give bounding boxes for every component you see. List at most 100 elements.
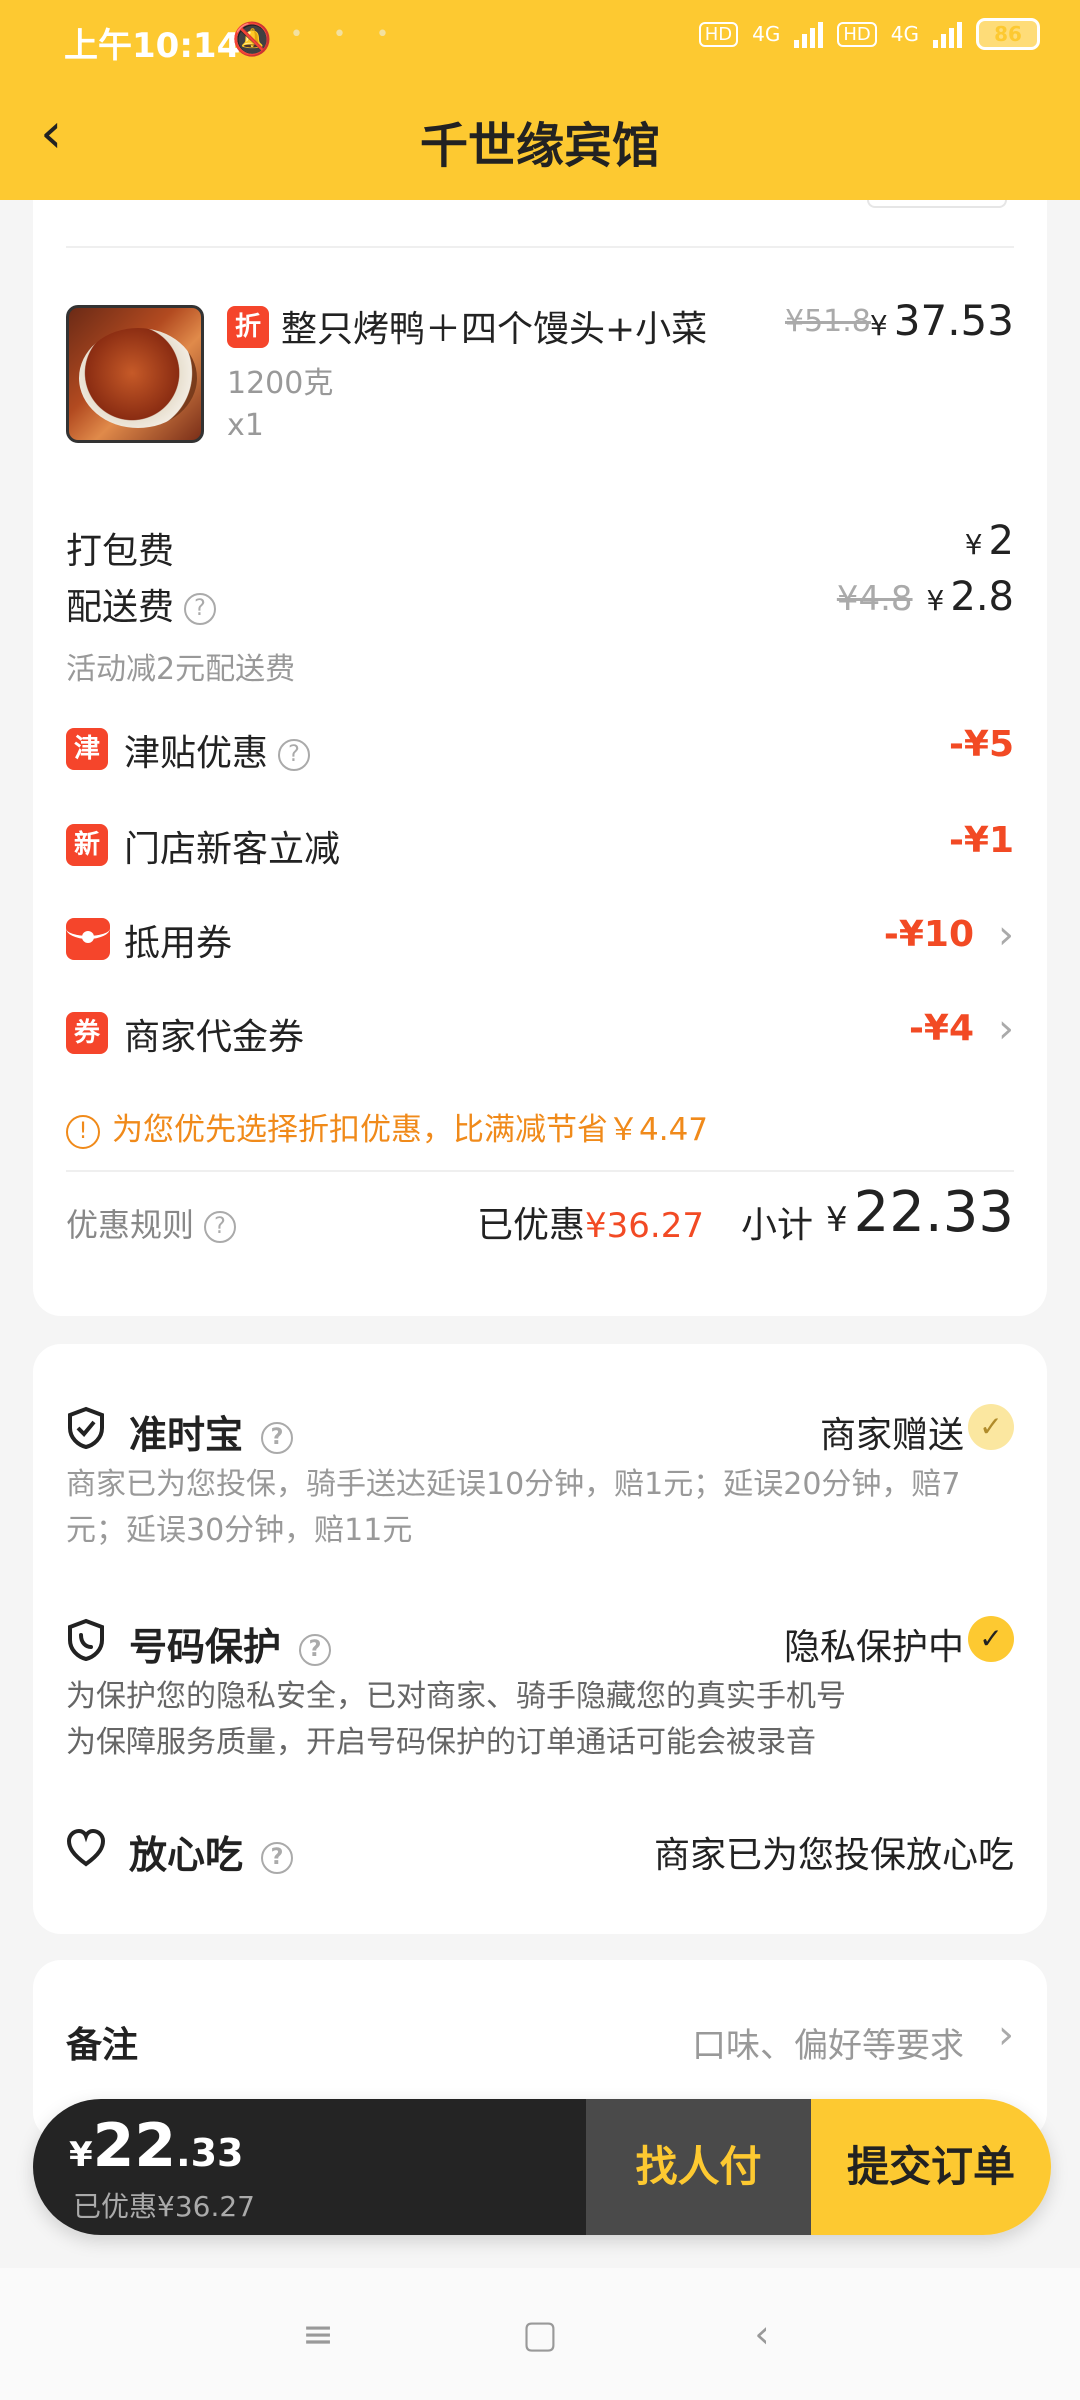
safe-eat-title-text: 放心吃 <box>129 1833 244 1877</box>
signal-icon-2 <box>933 20 962 48</box>
packing-fee-value: ¥2 <box>965 518 1014 564</box>
system-nav-bar: ≡ ▢ ‹ <box>0 2268 1080 2400</box>
home-icon[interactable]: ▢ <box>518 2312 562 2356</box>
subtotal: ¥22.33 <box>826 1180 1014 1245</box>
delivery-fee-amount: 2.8 <box>950 574 1014 620</box>
currency: ¥ <box>826 1200 848 1240</box>
chevron-right-icon: › <box>998 2012 1014 2058</box>
remark-hint: 口味、偏好等要求 <box>692 2026 964 2066</box>
discount-row-merchant-coupon[interactable]: 券 商家代金券 -¥4 › <box>66 1006 1014 1062</box>
payment-total-integer: 22 <box>92 2111 177 2181</box>
help-icon[interactable]: ? <box>299 1633 332 1666</box>
privacy-description-2: 为保障服务质量，开启号码保护的订单通话可能会被录音 <box>66 1725 816 1760</box>
discount-value: -¥10 <box>883 914 974 955</box>
currency: ¥ <box>964 528 983 561</box>
safe-eat-status: 商家已为您投保放心吃 <box>653 1835 1014 1876</box>
discount-row-allowance: 津 津贴优惠? -¥5 <box>66 722 1014 778</box>
help-icon[interactable]: ? <box>278 739 311 771</box>
product-name: 整只烤鸭＋四个馒头+小菜 <box>281 309 708 350</box>
safe-eat-title: 放心吃? <box>129 1824 294 1879</box>
privacy-check-toggle[interactable]: ✓ <box>968 1616 1014 1662</box>
discount-value: -¥4 <box>908 1008 974 1049</box>
ontime-description: 商家已为您投保，骑手送达延误10分钟，赔1元；延误20分钟，赔7元；延误30分钟… <box>66 1467 961 1548</box>
discount-tip-text: 为您优先选择折扣优惠，比满减节省￥4.47 <box>112 1112 709 1148</box>
divider <box>66 1170 1014 1172</box>
friend-pay-button[interactable]: 找人付 <box>586 2099 811 2235</box>
delivery-fee-text: 配送费 <box>66 587 175 628</box>
ontime-title-text: 准时宝 <box>129 1413 244 1457</box>
submit-order-button[interactable]: 提交订单 <box>811 2099 1051 2235</box>
discount-label: 门店新客立减 <box>124 829 341 870</box>
privacy-title: 号码保护? <box>129 1616 332 1671</box>
help-icon[interactable]: ? <box>184 593 217 625</box>
discount-label: 商家代金券 <box>124 1017 305 1058</box>
remark-label: 备注 <box>66 2025 139 2066</box>
subtotal-label: 小计 <box>741 1205 814 1246</box>
product-price: ¥37.53 <box>870 296 1014 345</box>
discount-label: 抵用券 <box>124 923 233 964</box>
product-original-price: ¥51.8 <box>785 304 871 339</box>
network-type-1: 4G <box>752 22 781 46</box>
back-nav-icon[interactable]: ‹ <box>740 2312 784 2356</box>
privacy-description-1: 为保护您的隐私安全，已对商家、骑手隐藏您的真实手机号 <box>66 1679 846 1714</box>
shield-phone-icon <box>68 1618 104 1662</box>
red-packet-icon <box>66 918 110 960</box>
services-card: 准时宝? 商家赠送 ✓ 商家已为您投保，骑手送达延误10分钟，赔1元；延误20分… <box>33 1344 1047 1934</box>
status-bar: 上午10:14 🔕 ••• HD 4G HD 4G 86 <box>0 0 1080 76</box>
collapsed-item-edge <box>867 200 1007 208</box>
ontime-title: 准时宝? <box>129 1404 294 1459</box>
product-image[interactable] <box>66 305 204 443</box>
order-detail-card: 折 整只烤鸭＋四个馒头+小菜 ¥51.8 ¥37.53 1200克 x1 打包费… <box>33 200 1047 1316</box>
payment-bar: ¥22.33 已优惠¥36.27 找人付 提交订单 <box>33 2099 1051 2235</box>
discount-row-new-customer: 新 门店新客立减 -¥1 <box>66 818 1014 874</box>
top-bar: 上午10:14 🔕 ••• HD 4G HD 4G 86 ‹ 千世缘宾馆 <box>0 0 1080 200</box>
battery-level: 86 <box>994 22 1022 46</box>
payment-total-area: ¥22.33 已优惠¥36.27 <box>33 2099 586 2235</box>
chevron-right-icon: › <box>998 912 1014 958</box>
help-icon: ? <box>204 1211 237 1243</box>
ontime-status: 商家赠送 <box>819 1415 964 1456</box>
do-not-disturb-icon: 🔕 <box>232 20 272 58</box>
discount-badge: 折 <box>227 306 269 348</box>
delivery-fee-original: ¥4.8 <box>836 579 913 619</box>
signal-icon <box>794 20 824 48</box>
menu-icon[interactable]: ≡ <box>296 2312 340 2356</box>
page-title: 千世缘宾馆 <box>419 118 660 174</box>
currency: ¥ <box>69 2135 93 2175</box>
discount-row-voucher[interactable]: 抵用券 -¥10 › <box>66 912 1014 968</box>
coupon-badge: 券 <box>66 1012 108 1054</box>
payment-saved: 已优惠¥36.27 <box>73 2190 255 2223</box>
shield-check-icon <box>68 1406 104 1450</box>
chevron-right-icon: › <box>998 1006 1014 1052</box>
product-spec: 1200克 <box>227 366 334 401</box>
battery-icon: 86 <box>976 18 1040 50</box>
header: ‹ 千世缘宾馆 <box>0 76 1080 200</box>
hd-icon-2: HD <box>837 21 877 47</box>
status-time: 上午10:14 <box>64 26 241 66</box>
privacy-title-text: 号码保护 <box>129 1625 282 1669</box>
delivery-fee-label: 配送费? <box>66 578 217 630</box>
privacy-status: 隐私保护中 <box>783 1627 964 1668</box>
saved-value: ¥36.27 <box>585 1206 704 1246</box>
discount-label-text: 津贴优惠 <box>124 733 269 774</box>
network-type-2: 4G <box>890 22 919 46</box>
network-indicators: HD 4G HD 4G 86 <box>698 18 1040 50</box>
hd-icon: HD <box>698 21 739 47</box>
discount-rules[interactable]: 优惠规则? <box>66 1200 237 1246</box>
packing-fee-label: 打包费 <box>66 531 175 572</box>
payment-total-decimal: .33 <box>176 2131 244 2175</box>
roast-duck-image <box>79 328 197 428</box>
product-quantity: x1 <box>227 408 264 443</box>
divider <box>66 246 1014 248</box>
help-icon[interactable]: ? <box>261 1421 294 1454</box>
saved-amount: 已优惠¥36.27 <box>477 1196 704 1248</box>
product-price-value: 37.53 <box>893 296 1014 345</box>
discount-rules-label: 优惠规则 <box>66 1206 195 1244</box>
delivery-fee-note: 活动减2元配送费 <box>66 652 296 687</box>
saved-label: 已优惠 <box>477 1205 586 1246</box>
discount-value: -¥1 <box>948 820 1014 861</box>
notification-icons: ••• <box>290 22 419 47</box>
subtotal-value: 22.33 <box>853 1180 1014 1245</box>
help-icon[interactable]: ? <box>261 1841 294 1874</box>
heart-icon <box>66 1828 106 1867</box>
